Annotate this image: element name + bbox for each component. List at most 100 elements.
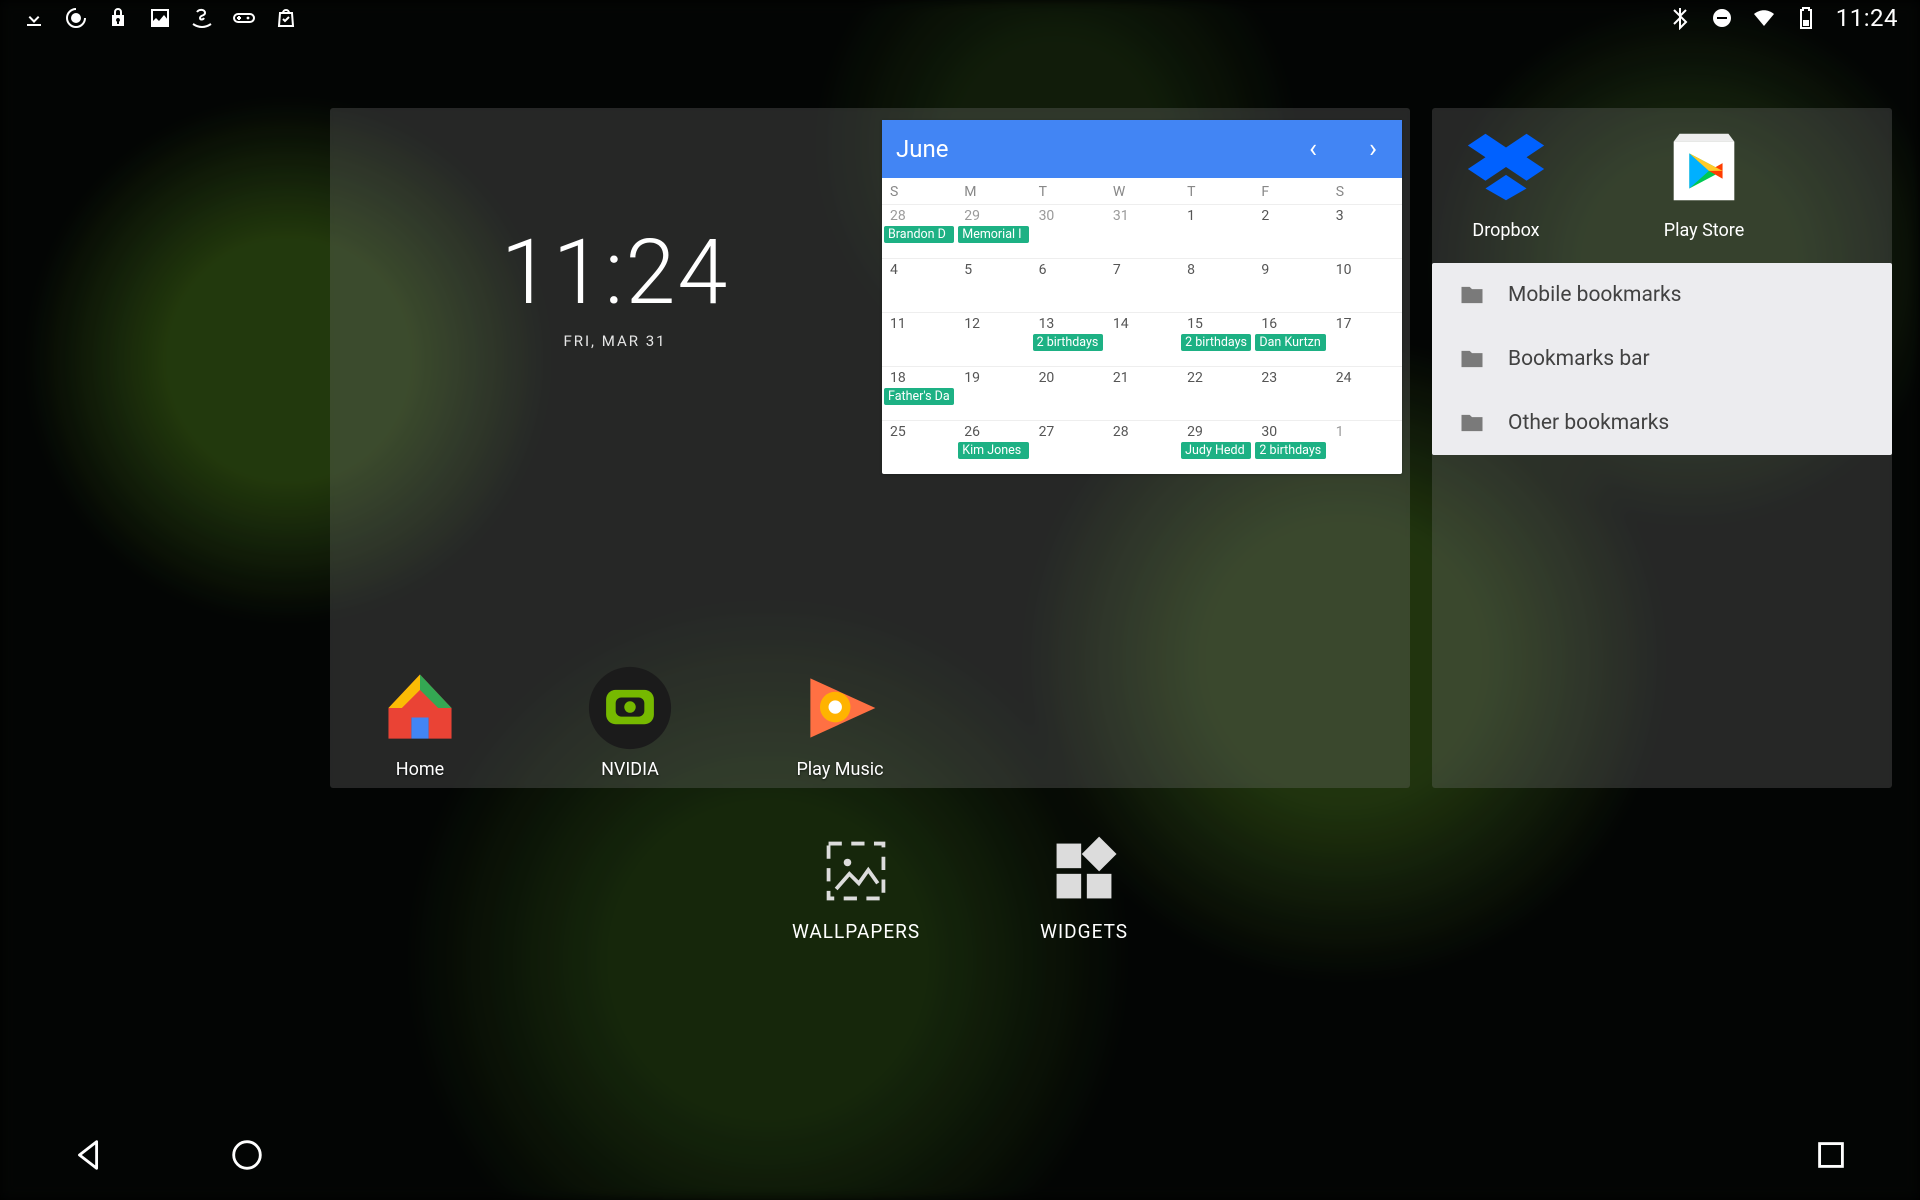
app-dropbox[interactable]: Dropbox: [1462, 124, 1550, 241]
calendar-day-number: 28: [882, 208, 956, 224]
calendar-day-cell[interactable]: 11: [882, 312, 956, 366]
calendar-prev-button[interactable]: ‹: [1298, 134, 1328, 164]
calendar-dow-cell: S: [1328, 184, 1402, 200]
app-nvidia[interactable]: NVIDIA: [570, 665, 690, 780]
bookmark-folder[interactable]: Other bookmarks: [1432, 391, 1892, 455]
calendar-day-cell[interactable]: 26Kim Jones: [956, 420, 1030, 474]
bookmarks-widget[interactable]: Mobile bookmarks Bookmarks bar Other bookm…: [1432, 263, 1892, 455]
calendar-day-cell[interactable]: 29Memorial I: [956, 204, 1030, 258]
calendar-day-cell[interactable]: 27: [1031, 420, 1105, 474]
calendar-day-cell[interactable]: 9: [1253, 258, 1327, 312]
calendar-event[interactable]: Kim Jones: [958, 442, 1028, 459]
calendar-dow-cell: W: [1105, 184, 1179, 200]
calendar-event[interactable]: Father's Da: [884, 388, 954, 405]
calendar-day-cell[interactable]: 28 Brandon D: [882, 204, 956, 258]
calendar-day-cell[interactable]: 20: [1031, 366, 1105, 420]
calendar-week-row: 28 Brandon D29Memorial I3031123: [882, 204, 1402, 258]
calendar-day-number: 12: [956, 316, 1030, 332]
play-store-icon: [1660, 124, 1748, 212]
calendar-day-cell[interactable]: 2: [1253, 204, 1327, 258]
calendar-event[interactable]: Dan Kurtzn: [1255, 334, 1325, 351]
nav-recents-button[interactable]: [1812, 1136, 1850, 1178]
calendar-day-cell[interactable]: 4: [882, 258, 956, 312]
calendar-day-cell[interactable]: 14: [1105, 312, 1179, 366]
calendar-widget[interactable]: June ‹ › SMTWTFS 28Brandon D29Memorial I…: [882, 120, 1402, 474]
calendar-day-cell[interactable]: 6: [1031, 258, 1105, 312]
calendar-day-number: 20: [1031, 370, 1105, 386]
calendar-day-cell[interactable]: 21: [1105, 366, 1179, 420]
download-icon: [22, 6, 46, 30]
calendar-day-cell[interactable]: 302 birthdays: [1253, 420, 1327, 474]
calendar-day-number: 29: [1179, 424, 1253, 440]
app-play-store[interactable]: Play Store: [1660, 124, 1748, 241]
calendar-day-number: 28: [1105, 424, 1179, 440]
bookmark-folder[interactable]: Bookmarks bar: [1432, 327, 1892, 391]
calendar-event[interactable]: 2 birthdays: [1033, 334, 1103, 351]
calendar-event[interactable]: Brandon D: [884, 226, 954, 243]
bookmark-folder[interactable]: Mobile bookmarks: [1432, 263, 1892, 327]
home-panel-main[interactable]: 11:24 FRI, MAR 31 June ‹ › SMTWTFS 28Bra…: [330, 108, 1410, 788]
calendar-day-number: 11: [882, 316, 956, 332]
calendar-day-cell[interactable]: 29 Judy Hedd: [1179, 420, 1253, 474]
calendar-day-cell[interactable]: 17: [1328, 312, 1402, 366]
calendar-day-cell[interactable]: 24: [1328, 366, 1402, 420]
calendar-day-number: 5: [956, 262, 1030, 278]
calendar-body: 28Brandon D29Memorial I30311234567891011…: [882, 204, 1402, 474]
calendar-day-cell[interactable]: 16 Dan Kurtzn: [1253, 312, 1327, 366]
calendar-day-number: 10: [1328, 262, 1402, 278]
app-play-music[interactable]: Play Music: [780, 665, 900, 780]
nav-home-button[interactable]: [228, 1136, 266, 1178]
clock-time: 11:24: [445, 228, 785, 318]
calendar-day-cell[interactable]: 19: [956, 366, 1030, 420]
calendar-next-button[interactable]: ›: [1358, 134, 1388, 164]
calendar-day-cell[interactable]: 8: [1179, 258, 1253, 312]
widgets-button[interactable]: WIDGETS: [1040, 836, 1128, 943]
calendar-day-number: 24: [1328, 370, 1402, 386]
calendar-week-row: 111213 2 birthdays14152 birthdays16 Dan Ku…: [882, 312, 1402, 366]
calendar-day-cell[interactable]: 30: [1031, 204, 1105, 258]
calendar-day-cell[interactable]: 1: [1328, 420, 1402, 474]
calendar-event[interactable]: Memorial I: [958, 226, 1028, 243]
calendar-day-number: 18: [882, 370, 956, 386]
calendar-day-cell[interactable]: 25: [882, 420, 956, 474]
bookmark-label: Bookmarks bar: [1508, 347, 1650, 371]
calendar-day-cell[interactable]: 28: [1105, 420, 1179, 474]
calendar-day-cell[interactable]: 22: [1179, 366, 1253, 420]
folder-icon: [1458, 409, 1486, 437]
folder-icon: [1458, 345, 1486, 373]
calendar-day-cell[interactable]: 13 2 birthdays: [1031, 312, 1105, 366]
calendar-day-cell[interactable]: 18 Father's Da: [882, 366, 956, 420]
calendar-day-number: 16: [1253, 316, 1327, 332]
clock-widget[interactable]: 11:24 FRI, MAR 31: [445, 228, 785, 350]
calendar-event[interactable]: 2 birthdays: [1181, 334, 1251, 351]
calendar-event[interactable]: Judy Hedd: [1181, 442, 1251, 459]
app-label: Home: [360, 759, 480, 780]
app-home[interactable]: Home: [360, 665, 480, 780]
calendar-day-cell[interactable]: 5: [956, 258, 1030, 312]
calendar-event[interactable]: 2 birthdays: [1255, 442, 1325, 459]
wallpapers-button[interactable]: WALLPAPERS: [792, 836, 920, 943]
calendar-day-cell[interactable]: 12: [956, 312, 1030, 366]
calendar-day-number: 27: [1031, 424, 1105, 440]
battery-icon: [1794, 6, 1818, 30]
nvidia-icon: [64, 6, 88, 30]
calendar-day-number: 8: [1179, 262, 1253, 278]
calendar-day-number: 3: [1328, 208, 1402, 224]
calendar-day-cell[interactable]: 1: [1179, 204, 1253, 258]
calendar-day-cell[interactable]: 152 birthdays: [1179, 312, 1253, 366]
app-label: NVIDIA: [570, 759, 690, 780]
calendar-day-number: 13: [1031, 316, 1105, 332]
calendar-day-number: 19: [956, 370, 1030, 386]
calendar-day-cell[interactable]: 3: [1328, 204, 1402, 258]
photo-icon: [148, 6, 172, 30]
calendar-day-number: 2: [1253, 208, 1327, 224]
calendar-dow-row: SMTWTFS: [882, 178, 1402, 204]
calendar-day-cell[interactable]: 23: [1253, 366, 1327, 420]
calendar-day-cell[interactable]: 7: [1105, 258, 1179, 312]
calendar-day-cell[interactable]: 31: [1105, 204, 1179, 258]
calendar-day-number: 9: [1253, 262, 1327, 278]
nav-back-button[interactable]: [70, 1136, 108, 1178]
calendar-day-cell[interactable]: 10: [1328, 258, 1402, 312]
home-panel-side[interactable]: Dropbox Play Store Mobile bookmarks Bookma…: [1432, 108, 1892, 788]
calendar-day-number: 22: [1179, 370, 1253, 386]
